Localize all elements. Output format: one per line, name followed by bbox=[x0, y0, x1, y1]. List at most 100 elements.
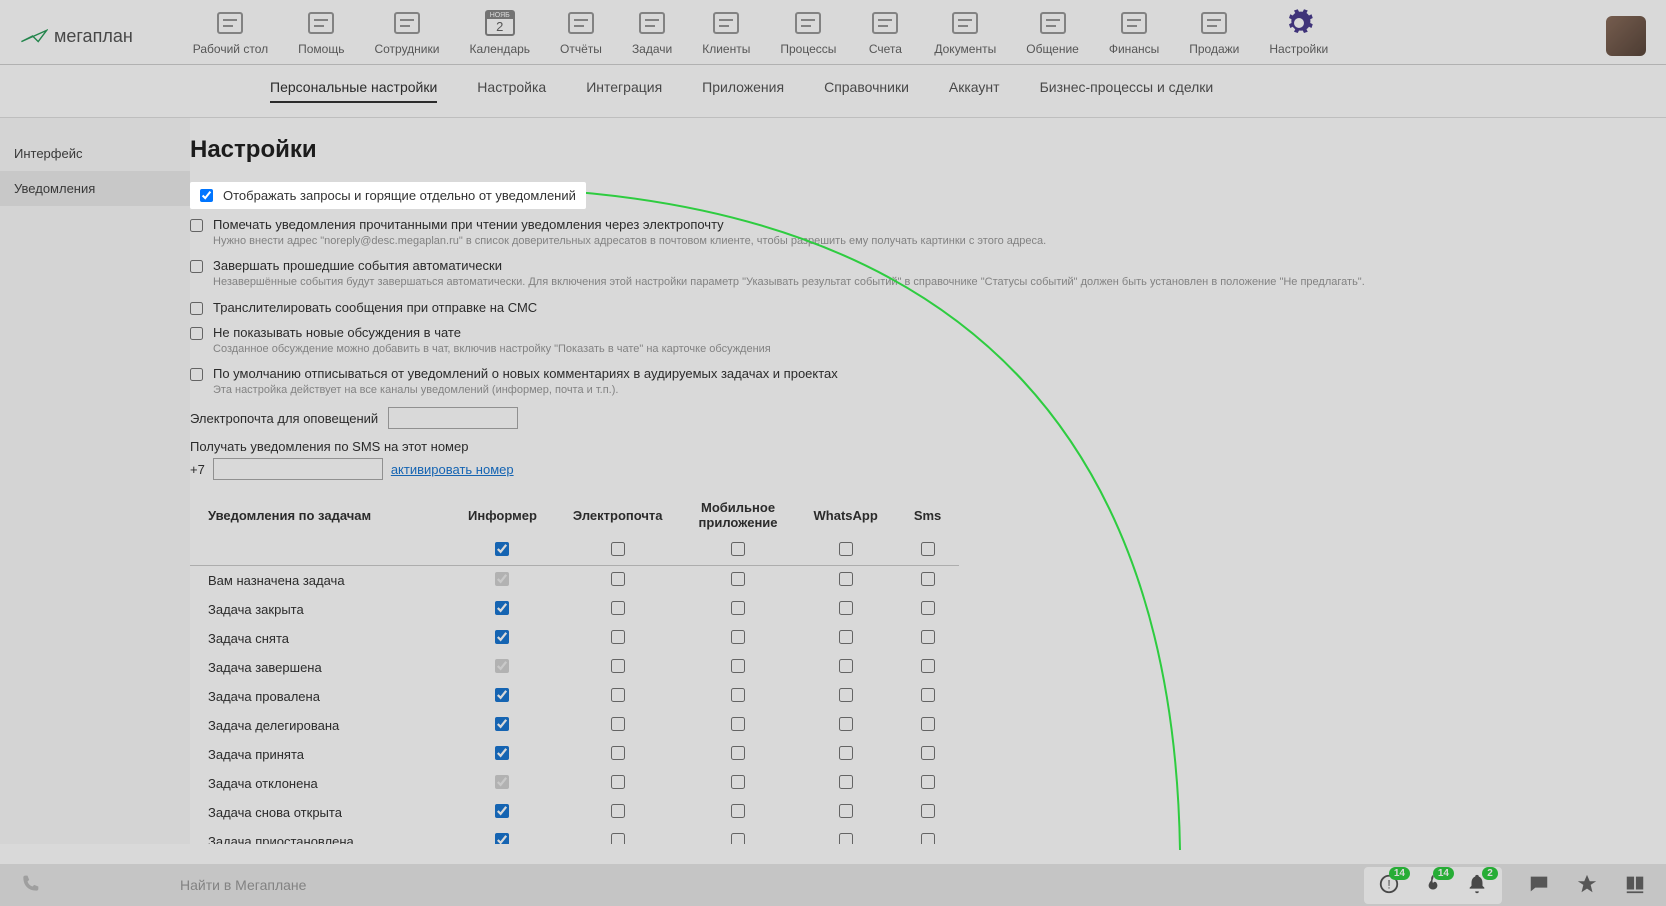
notif-checkbox[interactable] bbox=[495, 572, 509, 586]
master-checkbox[interactable] bbox=[611, 542, 625, 556]
notif-checkbox[interactable] bbox=[731, 775, 745, 789]
notif-checkbox[interactable] bbox=[839, 804, 853, 818]
notif-checkbox[interactable] bbox=[495, 833, 509, 844]
notif-checkbox[interactable] bbox=[611, 717, 625, 731]
nav-Задачи[interactable]: Задачи bbox=[632, 8, 672, 64]
nav-Общение[interactable]: Общение bbox=[1026, 8, 1079, 64]
notif-checkbox[interactable] bbox=[731, 717, 745, 731]
notif-checkbox[interactable] bbox=[611, 572, 625, 586]
subnav-tab[interactable]: Настройка bbox=[477, 79, 546, 103]
notif-checkbox[interactable] bbox=[495, 630, 509, 644]
logo[interactable]: мегаплан bbox=[20, 26, 133, 47]
subnav-tab[interactable]: Аккаунт bbox=[949, 79, 1000, 103]
notif-checkbox[interactable] bbox=[921, 804, 935, 818]
footer-bar: Найти в Мегаплане !14 14 2 bbox=[0, 864, 1666, 906]
master-checkbox[interactable] bbox=[731, 542, 745, 556]
notif-checkbox[interactable] bbox=[921, 659, 935, 673]
notif-checkbox[interactable] bbox=[495, 746, 509, 760]
notif-checkbox[interactable] bbox=[611, 833, 625, 844]
notif-checkbox[interactable] bbox=[731, 572, 745, 586]
notif-checkbox[interactable] bbox=[611, 659, 625, 673]
notif-checkbox[interactable] bbox=[611, 601, 625, 615]
subnav-tab[interactable]: Бизнес-процессы и сделки bbox=[1040, 79, 1214, 103]
nav-Отчёты[interactable]: Отчёты bbox=[560, 8, 602, 64]
notif-checkbox[interactable] bbox=[921, 630, 935, 644]
notif-checkbox[interactable] bbox=[731, 601, 745, 615]
nav-Клиенты[interactable]: Клиенты bbox=[702, 8, 750, 64]
notif-checkbox[interactable] bbox=[611, 804, 625, 818]
nav-Финансы[interactable]: Финансы bbox=[1109, 8, 1159, 64]
notif-checkbox[interactable] bbox=[731, 688, 745, 702]
book-icon[interactable] bbox=[1624, 873, 1646, 898]
user-avatar[interactable] bbox=[1606, 16, 1646, 56]
notif-checkbox[interactable] bbox=[921, 572, 935, 586]
notif-checkbox[interactable] bbox=[495, 688, 509, 702]
nav-Календарь[interactable]: НОЯБ2Календарь bbox=[469, 8, 530, 64]
requests-icon[interactable]: !14 bbox=[1378, 873, 1400, 898]
phone-icon[interactable] bbox=[20, 874, 40, 897]
sidebar-item[interactable]: Уведомления bbox=[0, 171, 190, 206]
option-checkbox[interactable] bbox=[190, 219, 203, 232]
notif-checkbox[interactable] bbox=[495, 804, 509, 818]
notif-checkbox[interactable] bbox=[495, 659, 509, 673]
nav-Документы[interactable]: Документы bbox=[934, 8, 996, 64]
notif-checkbox[interactable] bbox=[839, 572, 853, 586]
notification-cluster: !14 14 2 bbox=[1364, 867, 1502, 904]
notif-checkbox[interactable] bbox=[839, 746, 853, 760]
sms-phone-input[interactable] bbox=[213, 458, 383, 480]
star-icon[interactable] bbox=[1576, 873, 1598, 898]
option-checkbox[interactable] bbox=[190, 327, 203, 340]
notif-checkbox[interactable] bbox=[611, 746, 625, 760]
notif-checkbox[interactable] bbox=[839, 659, 853, 673]
notif-checkbox[interactable] bbox=[921, 746, 935, 760]
notif-checkbox[interactable] bbox=[611, 630, 625, 644]
nav-Настройки[interactable]: Настройки bbox=[1269, 8, 1328, 64]
notif-checkbox[interactable] bbox=[921, 601, 935, 615]
option-checkbox[interactable] bbox=[200, 189, 213, 202]
notif-checkbox[interactable] bbox=[921, 717, 935, 731]
nav-Счета[interactable]: Счета bbox=[866, 8, 904, 64]
chat-icon[interactable] bbox=[1528, 873, 1550, 898]
nav-Процессы[interactable]: Процессы bbox=[780, 8, 836, 64]
footer-search[interactable]: Найти в Мегаплане bbox=[180, 877, 306, 893]
notif-checkbox[interactable] bbox=[731, 630, 745, 644]
option-label: Завершать прошедшие события автоматическ… bbox=[213, 258, 1626, 273]
sidebar-item[interactable]: Интерфейс bbox=[0, 136, 190, 171]
notif-checkbox[interactable] bbox=[839, 601, 853, 615]
notif-checkbox[interactable] bbox=[731, 804, 745, 818]
notif-checkbox[interactable] bbox=[921, 688, 935, 702]
email-input[interactable] bbox=[388, 407, 518, 429]
notif-checkbox[interactable] bbox=[921, 775, 935, 789]
notif-checkbox[interactable] bbox=[839, 833, 853, 844]
notif-checkbox[interactable] bbox=[495, 775, 509, 789]
master-checkbox[interactable] bbox=[921, 542, 935, 556]
notif-checkbox[interactable] bbox=[839, 688, 853, 702]
subnav-tab[interactable]: Справочники bbox=[824, 79, 909, 103]
option-checkbox[interactable] bbox=[190, 368, 203, 381]
nav-Продажи[interactable]: Продажи bbox=[1189, 8, 1239, 64]
notif-checkbox[interactable] bbox=[495, 601, 509, 615]
fire-icon[interactable]: 14 bbox=[1422, 873, 1444, 898]
subnav-tab[interactable]: Интеграция bbox=[586, 79, 662, 103]
nav-Помощь[interactable]: Помощь bbox=[298, 8, 344, 64]
nav-Сотрудники[interactable]: Сотрудники bbox=[374, 8, 439, 64]
notif-checkbox[interactable] bbox=[495, 717, 509, 731]
subnav-tab[interactable]: Приложения bbox=[702, 79, 784, 103]
notif-checkbox[interactable] bbox=[731, 833, 745, 844]
notif-checkbox[interactable] bbox=[611, 775, 625, 789]
master-checkbox[interactable] bbox=[839, 542, 853, 556]
bell-icon[interactable]: 2 bbox=[1466, 873, 1488, 898]
notif-checkbox[interactable] bbox=[839, 630, 853, 644]
activate-number-link[interactable]: активировать номер bbox=[391, 462, 514, 477]
subnav-tab[interactable]: Персональные настройки bbox=[270, 79, 437, 103]
nav-Рабочий стол[interactable]: Рабочий стол bbox=[193, 8, 268, 64]
notif-checkbox[interactable] bbox=[921, 833, 935, 844]
option-checkbox[interactable] bbox=[190, 302, 203, 315]
notif-checkbox[interactable] bbox=[731, 746, 745, 760]
notif-checkbox[interactable] bbox=[839, 717, 853, 731]
notif-checkbox[interactable] bbox=[611, 688, 625, 702]
master-checkbox[interactable] bbox=[495, 542, 509, 556]
notif-checkbox[interactable] bbox=[731, 659, 745, 673]
option-checkbox[interactable] bbox=[190, 260, 203, 273]
notif-checkbox[interactable] bbox=[839, 775, 853, 789]
